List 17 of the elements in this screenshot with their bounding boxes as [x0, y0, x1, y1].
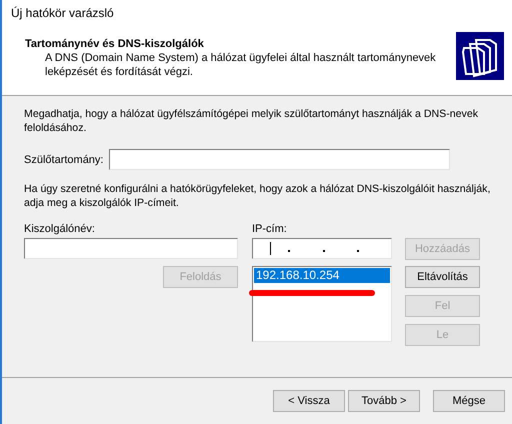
- parent-domain-label: Szülőtartomány:: [24, 154, 104, 166]
- server-name-label: Kiszolgálónév:: [24, 223, 96, 235]
- window-title: Új hatókör varázsló: [10, 5, 115, 22]
- page-title: Tartománynév és DNS-kiszolgálók: [25, 38, 205, 50]
- ip-address-label: IP-cím:: [252, 223, 288, 235]
- remove-button[interactable]: Eltávolítás: [405, 266, 480, 288]
- ip-address-field[interactable]: [252, 238, 392, 259]
- next-button[interactable]: Tovább >: [348, 390, 420, 412]
- page-subtitle: A DNS (Domain Name System) a hálózat ügyfelei által használt tartománynevek leképzését és fordítását végzi.: [44, 51, 437, 79]
- server-name-field[interactable]: [24, 238, 238, 259]
- cancel-button[interactable]: Mégse: [433, 390, 505, 412]
- parent-domain-field[interactable]: [109, 149, 450, 170]
- folders-icon: [456, 32, 504, 80]
- ip-list-item[interactable]: 192.168.10.254: [254, 268, 390, 283]
- intro-text: Megadhatja, hogy a hálózat ügyfélszámítógépei melyik szülőtartományt használják a DNS-nevek feloldásához.: [24, 107, 480, 135]
- back-button[interactable]: < Vissza: [273, 390, 345, 412]
- dns-intro-text: Ha úgy szeretné konfigurálni a hatókörügyfeleket, hogy azok a hálózat DNS-kiszolgálóit használják, adja meg a kiszolgálók IP-címeit.: [24, 182, 492, 210]
